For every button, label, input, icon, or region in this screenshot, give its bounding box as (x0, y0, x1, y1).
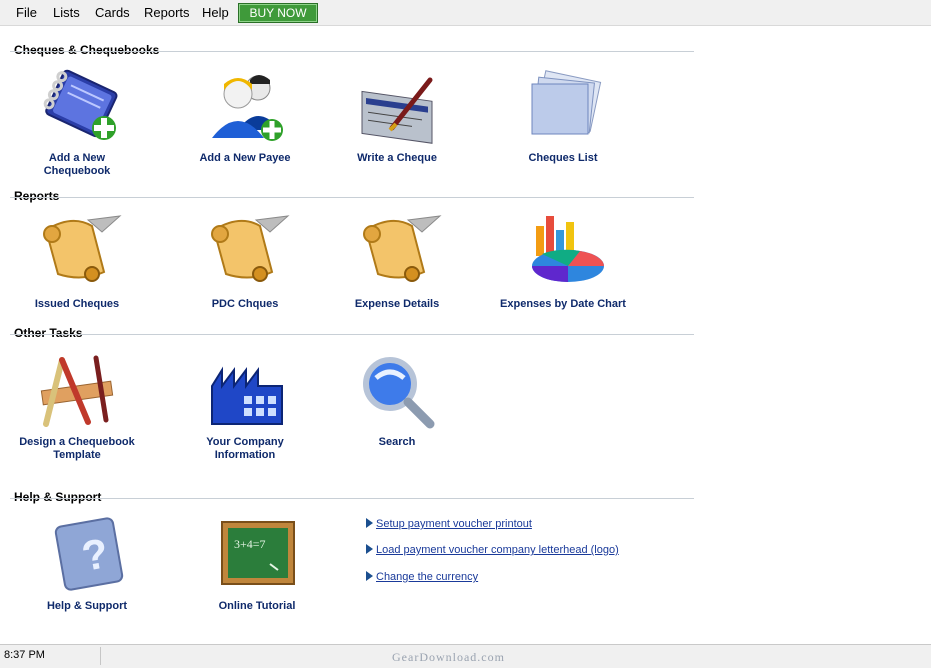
design-template-label: Design a Chequebook Template (19, 436, 135, 461)
add-payee-label: Add a New Payee (199, 152, 291, 164)
arrow-right-icon (366, 571, 373, 581)
factory-icon (211, 366, 283, 425)
scroll-report-icon (363, 215, 442, 282)
help-support-label: Help & Support (46, 600, 128, 612)
setup-voucher-link[interactable]: Setup payment voucher printout (366, 518, 532, 530)
arrow-right-icon (366, 518, 373, 528)
expense-details-label: Expense Details (354, 298, 440, 310)
status-divider (100, 647, 101, 665)
search-label: Search (378, 436, 416, 448)
svg-text:3+4=7: 3+4=7 (234, 537, 266, 551)
company-info-label: Your Company Information (206, 436, 284, 461)
section-title-reports: Reports (14, 189, 60, 203)
menu-lists[interactable]: Lists (47, 0, 86, 25)
menu-help[interactable]: Help (196, 0, 235, 25)
magnifier-icon (363, 357, 435, 429)
scroll-report-icon (211, 215, 290, 282)
design-tools-icon (40, 355, 114, 427)
cheques-list-label: Cheques List (528, 152, 598, 164)
chalkboard-icon: 3+4=7 (221, 521, 295, 585)
menu-reports[interactable]: Reports (138, 0, 196, 25)
write-cheque-icon (361, 77, 433, 144)
section-divider (10, 197, 694, 198)
status-time: 8:37 PM (4, 649, 45, 661)
cheques-list-icon (531, 70, 602, 135)
section-title-help: Help & Support (14, 490, 102, 504)
pie-chart-icon (532, 216, 604, 282)
menu-file[interactable]: File (10, 0, 43, 25)
section-divider (10, 334, 694, 335)
online-tutorial-label: Online Tutorial (218, 600, 296, 612)
section-title-other: Other Tasks (14, 326, 83, 340)
menu-cards[interactable]: Cards (89, 0, 136, 25)
payee-add-icon (212, 75, 283, 141)
scroll-report-icon (43, 215, 122, 282)
load-letterhead-link[interactable]: Load payment voucher company letterhead … (366, 544, 619, 556)
section-divider (10, 51, 694, 52)
pdc-cheques-label: PDC Chques (211, 298, 279, 310)
section-divider (10, 498, 694, 499)
write-cheque-label: Write a Cheque (357, 152, 437, 164)
buy-now-button[interactable]: BUY NOW (238, 3, 318, 23)
issued-cheques-label: Issued Cheques (34, 298, 120, 310)
change-currency-link[interactable]: Change the currency (366, 571, 478, 583)
help-book-icon: ? (54, 517, 124, 591)
menu-bar: File Lists Cards Reports Help BUY NOW (0, 0, 931, 26)
arrow-right-icon (366, 544, 373, 554)
add-chequebook-label: Add a New Chequebook (43, 152, 111, 177)
watermark: GearDownload.com (392, 650, 505, 664)
section-title-cheques: Cheques & Chequebooks (14, 43, 160, 57)
expenses-chart-label: Expenses by Date Chart (500, 298, 626, 310)
chequebook-add-icon (43, 69, 118, 140)
